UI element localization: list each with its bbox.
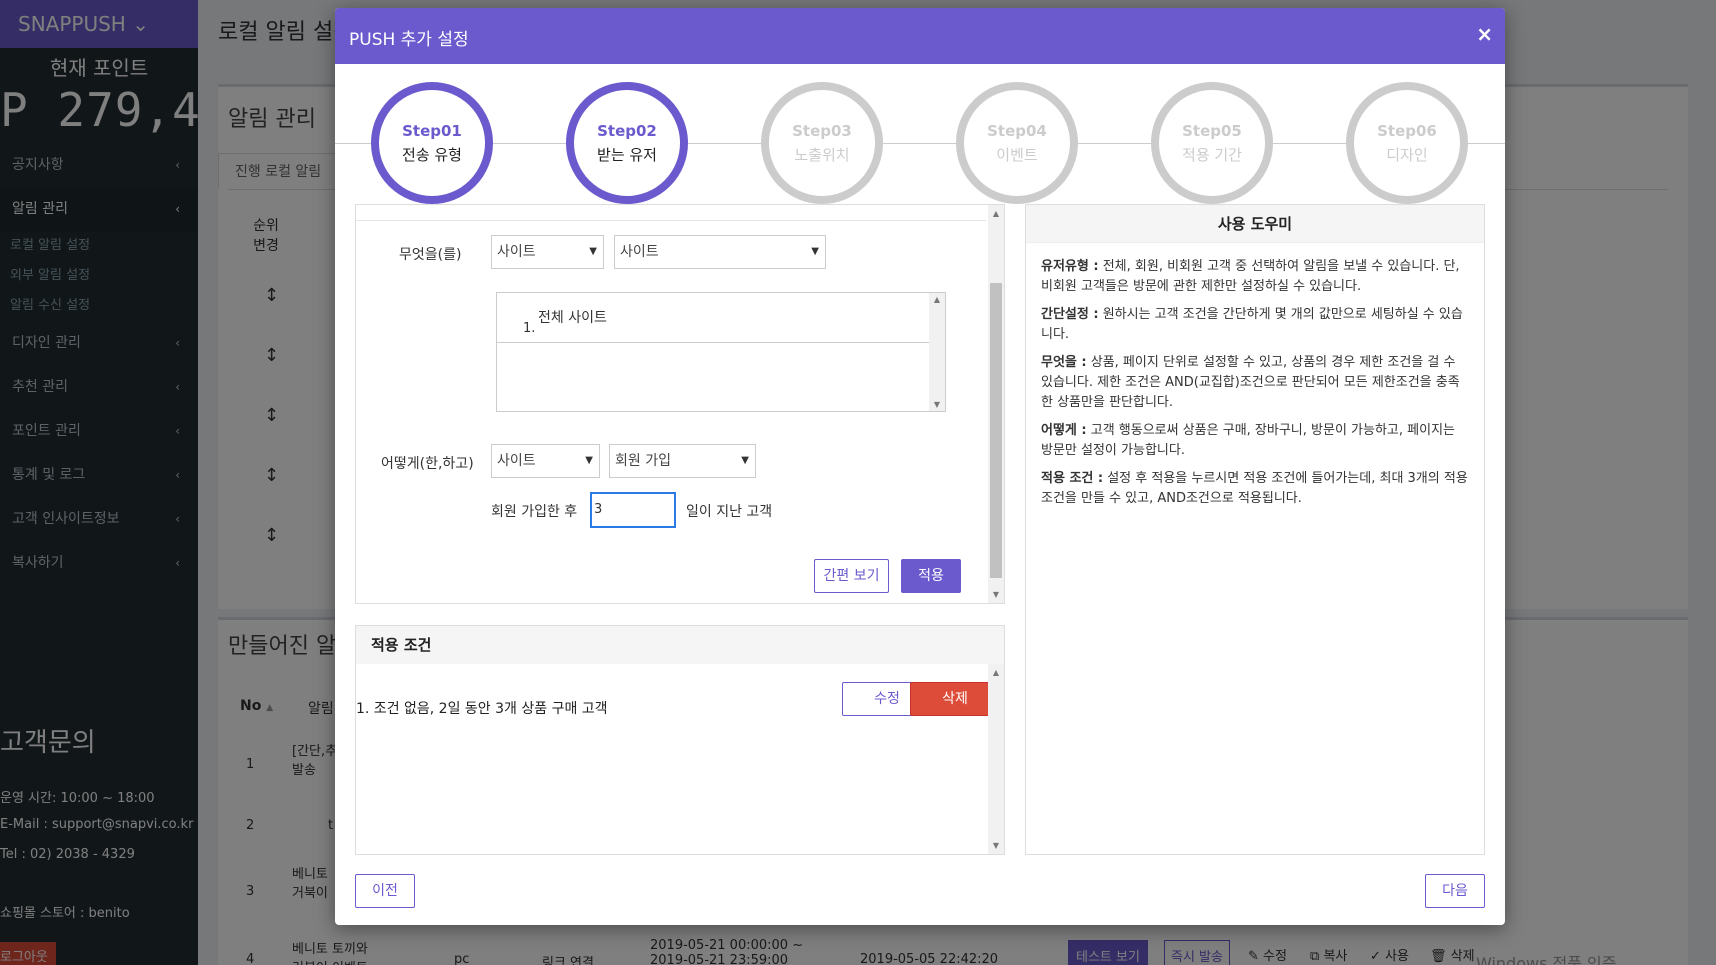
applied-condition-item: 1. 조건 없음, 2일 동안 3개 상품 구매 고객 <box>356 701 608 717</box>
simple-view-button[interactable]: 간편 보기 <box>814 559 889 593</box>
modal-title: PUSH 추가 설정 <box>349 30 469 50</box>
what-label: 무엇을(를) <box>399 247 462 263</box>
step-05[interactable]: Step05 적용 기간 <box>1151 82 1273 204</box>
step-01[interactable]: Step01 전송 유형 <box>371 82 493 204</box>
help-title: 사용 도우미 <box>1026 205 1484 243</box>
apply-button[interactable]: 적용 <box>901 559 961 593</box>
help-item: 간단설정 : 원하시는 고객 조건을 간단하게 몇 개의 값만으로 세팅하실 수… <box>1041 307 1463 342</box>
applied-scrollbar[interactable]: ▲ ▼ <box>988 664 1004 854</box>
help-item: 적용 조건 : 설정 후 적용을 누르시면 적용 조건에 들어가는데, 최대 3… <box>1041 471 1468 506</box>
caret-down-icon: ▼ <box>811 246 819 257</box>
days-input[interactable]: 3 <box>590 492 676 528</box>
days-suffix-label: 일이 지난 고객 <box>686 504 773 520</box>
prev-button[interactable]: 이전 <box>355 874 415 908</box>
applied-conditions-title: 적용 조건 <box>356 626 1004 664</box>
close-icon[interactable]: × <box>1476 22 1493 46</box>
condition-panel-scrollbar[interactable]: ▲ ▼ <box>988 205 1004 603</box>
list-item[interactable]: 1. 전체 사이트 <box>497 293 929 343</box>
what-target-select[interactable]: 사이트 ▼ <box>614 235 826 269</box>
condition-panel: 무엇을(를) 사이트 ▼ 사이트 ▼ 1. 전체 사이트 ▲ ▼ 어떻게(한,하고)… <box>355 204 1005 604</box>
help-panel: 사용 도우미 유저유형 : 전체, 회원, 비회원 고객 중 선택하여 알림을 … <box>1025 204 1485 855</box>
step-progress: Step01 전송 유형 Step02 받는 유저 Step03 노출위치 Step0… <box>335 64 1505 204</box>
how-type-select[interactable]: 사이트 ▼ <box>491 444 600 478</box>
step-04[interactable]: Step04 이벤트 <box>956 82 1078 204</box>
step-06[interactable]: Step06 디자인 <box>1346 82 1468 204</box>
scroll-up-icon[interactable]: ▲ <box>988 668 1004 677</box>
caret-down-icon: ▼ <box>589 246 597 257</box>
scroll-up-icon[interactable]: ▲ <box>988 209 1004 218</box>
scroll-down-icon[interactable]: ▼ <box>988 590 1004 599</box>
modal-header: PUSH 추가 설정 × <box>335 8 1505 64</box>
help-item: 유저유형 : 전체, 회원, 비회원 고객 중 선택하여 알림을 보낼 수 있습… <box>1041 259 1460 294</box>
days-prefix-label: 회원 가입한 후 <box>491 504 578 520</box>
scroll-down-icon[interactable]: ▼ <box>988 841 1004 850</box>
next-button[interactable]: 다음 <box>1425 874 1485 908</box>
scroll-up-icon[interactable]: ▲ <box>929 295 945 304</box>
site-list: 1. 전체 사이트 ▲ ▼ <box>496 292 946 412</box>
how-action-select[interactable]: 회원 가입 ▼ <box>609 444 756 478</box>
help-body: 유저유형 : 전체, 회원, 비회원 고객 중 선택하여 알림을 보낼 수 있습… <box>1026 243 1484 509</box>
push-settings-modal: PUSH 추가 설정 × Step01 전송 유형 Step02 받는 유저 Ste… <box>335 8 1505 925</box>
step-03[interactable]: Step03 노출위치 <box>761 82 883 204</box>
step-connector-line <box>335 143 1505 144</box>
divider <box>356 220 986 221</box>
caret-down-icon: ▼ <box>741 455 749 466</box>
scrollbar-thumb[interactable] <box>990 283 1002 578</box>
applied-conditions-panel: 적용 조건 1. 조건 없음, 2일 동안 3개 상품 구매 고객 수정 삭제 … <box>355 625 1005 855</box>
help-item: 무엇을 : 상품, 페이지 단위로 설정할 수 있고, 상품의 경우 제한 조건… <box>1041 355 1460 410</box>
site-list-scrollbar[interactable]: ▲ ▼ <box>929 293 945 411</box>
how-label: 어떻게(한,하고) <box>381 456 474 472</box>
what-type-select[interactable]: 사이트 ▼ <box>491 235 604 269</box>
caret-down-icon: ▼ <box>585 455 593 466</box>
help-item: 어떻게 : 고객 행동으로써 상품은 구매, 장바구니, 방문이 가능하고, 페… <box>1041 423 1455 458</box>
scroll-down-icon[interactable]: ▼ <box>929 400 945 409</box>
delete-condition-button[interactable]: 삭제 <box>910 682 1000 716</box>
step-02[interactable]: Step02 받는 유저 <box>566 82 688 204</box>
